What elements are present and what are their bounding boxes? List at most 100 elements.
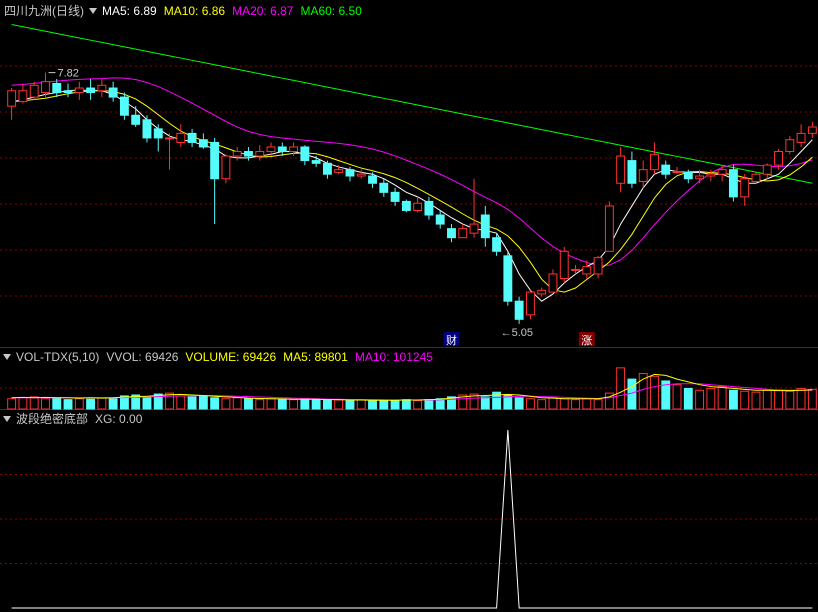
candle-body	[379, 182, 389, 193]
volume-bar	[198, 395, 208, 410]
candle-body	[86, 87, 96, 94]
volume-bar	[582, 398, 592, 410]
candle-body	[131, 114, 141, 125]
indicator-panel-header: 波段绝密底部 XG: 0.00	[0, 410, 149, 428]
volume-bar	[390, 400, 400, 410]
xg-readout: XG: 0.00	[95, 412, 143, 426]
volume-bar	[413, 400, 423, 410]
volume-bar	[525, 398, 535, 410]
volume-bar	[165, 392, 174, 410]
candle-body	[322, 162, 332, 175]
indicator-title: 波段绝密底部	[16, 412, 89, 426]
volume-bar	[774, 389, 783, 410]
high-price-label: 7.82	[57, 68, 78, 80]
candle-body	[198, 139, 208, 148]
candle-body	[672, 170, 682, 173]
candle-body	[582, 266, 592, 275]
volume-bar	[221, 398, 231, 410]
candle-body	[97, 84, 107, 92]
candle-body	[390, 191, 400, 202]
volume-bar	[356, 399, 366, 410]
candle-body	[503, 255, 513, 302]
volume-bar	[683, 387, 693, 410]
candle-body	[469, 223, 479, 234]
candle-body	[480, 214, 490, 239]
candle-body	[277, 146, 287, 153]
volume-panel-header: VOL-TDX(5,10) VVOL: 69426 VOLUME: 69426 MA5…	[0, 348, 440, 366]
volume-bar	[41, 398, 50, 410]
candle-body	[785, 139, 795, 153]
candle-body	[356, 173, 366, 177]
volume-bar	[593, 399, 603, 410]
candle-body	[695, 175, 705, 180]
dropdown-triangle-icon[interactable]	[89, 8, 97, 15]
volume-bar	[740, 390, 750, 410]
volume-bar	[796, 387, 806, 410]
candle-body	[717, 169, 727, 175]
volume-bar	[807, 388, 817, 410]
candle-body	[514, 300, 524, 320]
volume-bar	[277, 398, 287, 410]
volume-bar	[334, 399, 344, 410]
candle-body	[661, 164, 671, 175]
volume-bar	[379, 399, 389, 410]
candle-body	[142, 119, 152, 139]
candle-body	[345, 169, 355, 177]
volume-readout: VOLUME: 69426	[185, 350, 277, 364]
candle-body	[525, 291, 535, 316]
volume-bar	[97, 397, 107, 410]
dropdown-triangle-icon[interactable]	[3, 354, 11, 361]
candle-body	[165, 137, 174, 140]
ma60-line	[11, 24, 813, 184]
chart-canvas: 7.82 ←5.05 财 涨	[0, 24, 818, 609]
candle-body	[176, 132, 186, 143]
candle-body	[447, 228, 456, 239]
candle-body	[41, 81, 50, 94]
ma60-readout: MA60: 6.50	[300, 4, 362, 18]
volume-bar	[559, 398, 569, 410]
candle-body	[18, 90, 28, 103]
volume-bar	[695, 389, 705, 410]
volume-bar	[672, 384, 682, 410]
candle-body	[311, 160, 321, 164]
candle-body	[255, 151, 265, 157]
candle-body	[108, 87, 118, 98]
volume-bar	[616, 367, 626, 410]
volume-bar	[187, 396, 197, 410]
candle-body	[119, 96, 129, 116]
stock-chart-window: 7.82 ←5.05 财 涨 四川九洲(日线) MA5: 6.89 MA10: 6.86 M…	[0, 0, 818, 612]
volume-bar	[74, 398, 84, 410]
candle-body	[728, 169, 738, 198]
volume-bar	[52, 397, 62, 410]
volume-bar	[266, 398, 276, 410]
stock-title: 四川九洲(日线)	[4, 4, 84, 18]
candle-body	[74, 87, 84, 94]
main-panel-header: 四川九洲(日线) MA5: 6.89 MA10: 6.86 MA20: 6.87 MA6…	[0, 2, 369, 20]
candle-body	[774, 151, 783, 166]
volume-bar	[762, 389, 772, 410]
volume-bar	[142, 396, 152, 410]
candle-body	[571, 268, 580, 271]
candle-body	[762, 164, 772, 175]
volume-bar	[728, 389, 738, 410]
candle-body	[751, 173, 761, 182]
volume-bar	[7, 398, 17, 410]
candle-body	[210, 141, 220, 180]
vol-indicator-title: VOL-TDX(5,10)	[16, 350, 100, 364]
volume-bar	[785, 390, 795, 410]
volume-bar	[232, 397, 242, 410]
candle-body	[458, 228, 468, 239]
candle-body	[548, 273, 558, 293]
volume-bar	[86, 398, 96, 410]
volume-bar	[289, 399, 299, 410]
dropdown-triangle-icon[interactable]	[3, 416, 11, 423]
volume-bar	[63, 399, 73, 410]
volume-bar	[108, 398, 118, 410]
volume-bar	[424, 399, 434, 410]
volume-bar	[706, 387, 716, 410]
candle-body	[7, 90, 17, 107]
candle-body	[740, 178, 750, 198]
candle-body	[232, 151, 242, 157]
vol-ma5-readout: MA5: 89801	[283, 350, 348, 364]
candle-body	[368, 175, 377, 184]
